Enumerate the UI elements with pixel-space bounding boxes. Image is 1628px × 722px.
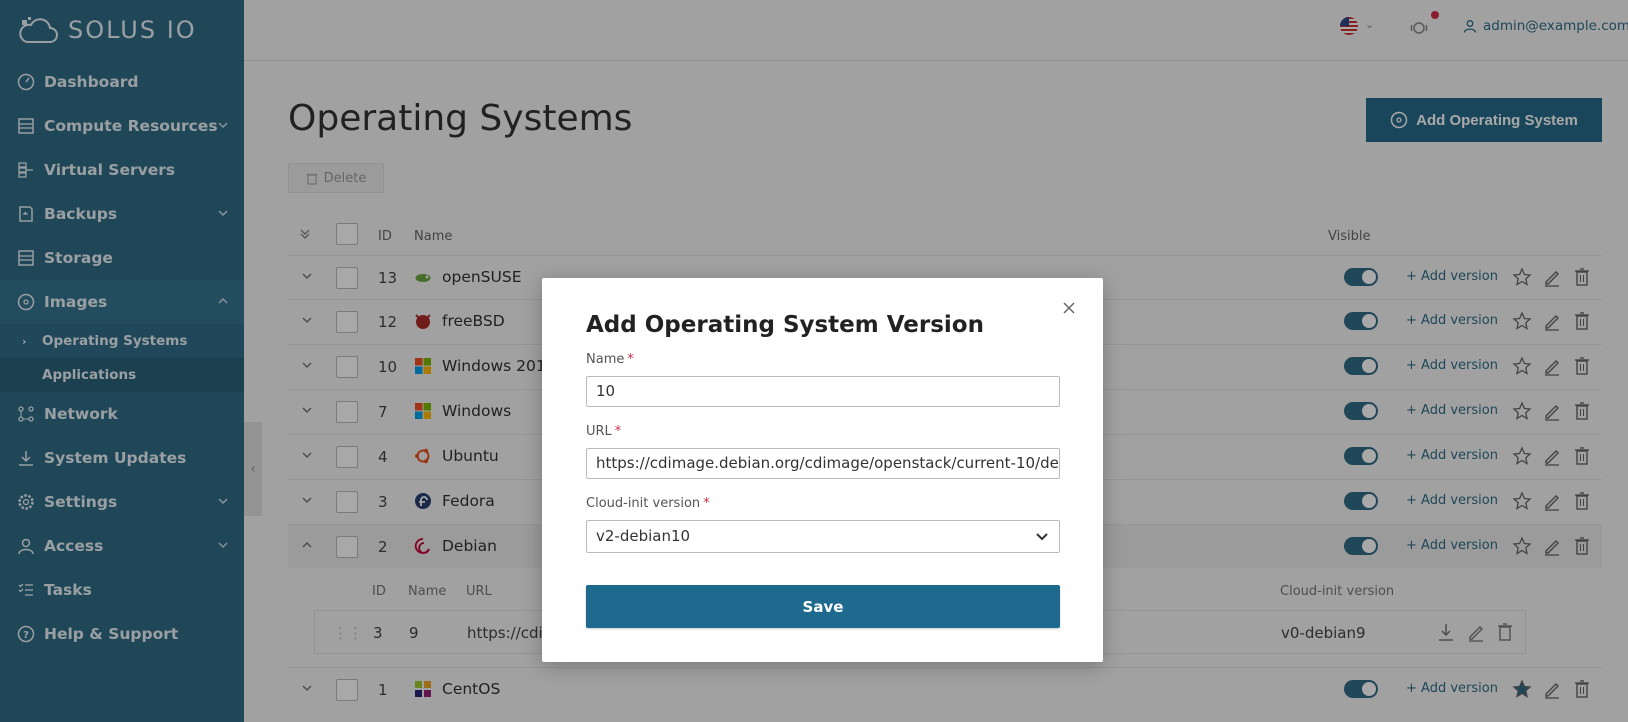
cloud-init-select[interactable]: v2-debian10 [586, 520, 1060, 553]
required-mark: * [703, 496, 710, 511]
required-mark: * [614, 424, 622, 439]
close-icon[interactable] [1061, 300, 1077, 316]
name-label: Name * [586, 352, 634, 367]
cloud-init-label: Cloud-init version * [586, 496, 710, 511]
name-input[interactable]: 10 [586, 376, 1060, 407]
modal-title: Add Operating System Version [586, 312, 984, 338]
chevron-down-icon [1036, 533, 1048, 541]
cloud-init-selected-value: v2-debian10 [596, 527, 691, 545]
add-os-version-modal: Add Operating System Version Name * 10 UR… [542, 278, 1103, 662]
url-label: URL * [586, 424, 622, 439]
url-input[interactable]: https://cdimage.debian.org/cdimage/opens… [586, 448, 1060, 479]
save-button[interactable]: Save [586, 585, 1060, 628]
required-mark: * [627, 352, 634, 367]
